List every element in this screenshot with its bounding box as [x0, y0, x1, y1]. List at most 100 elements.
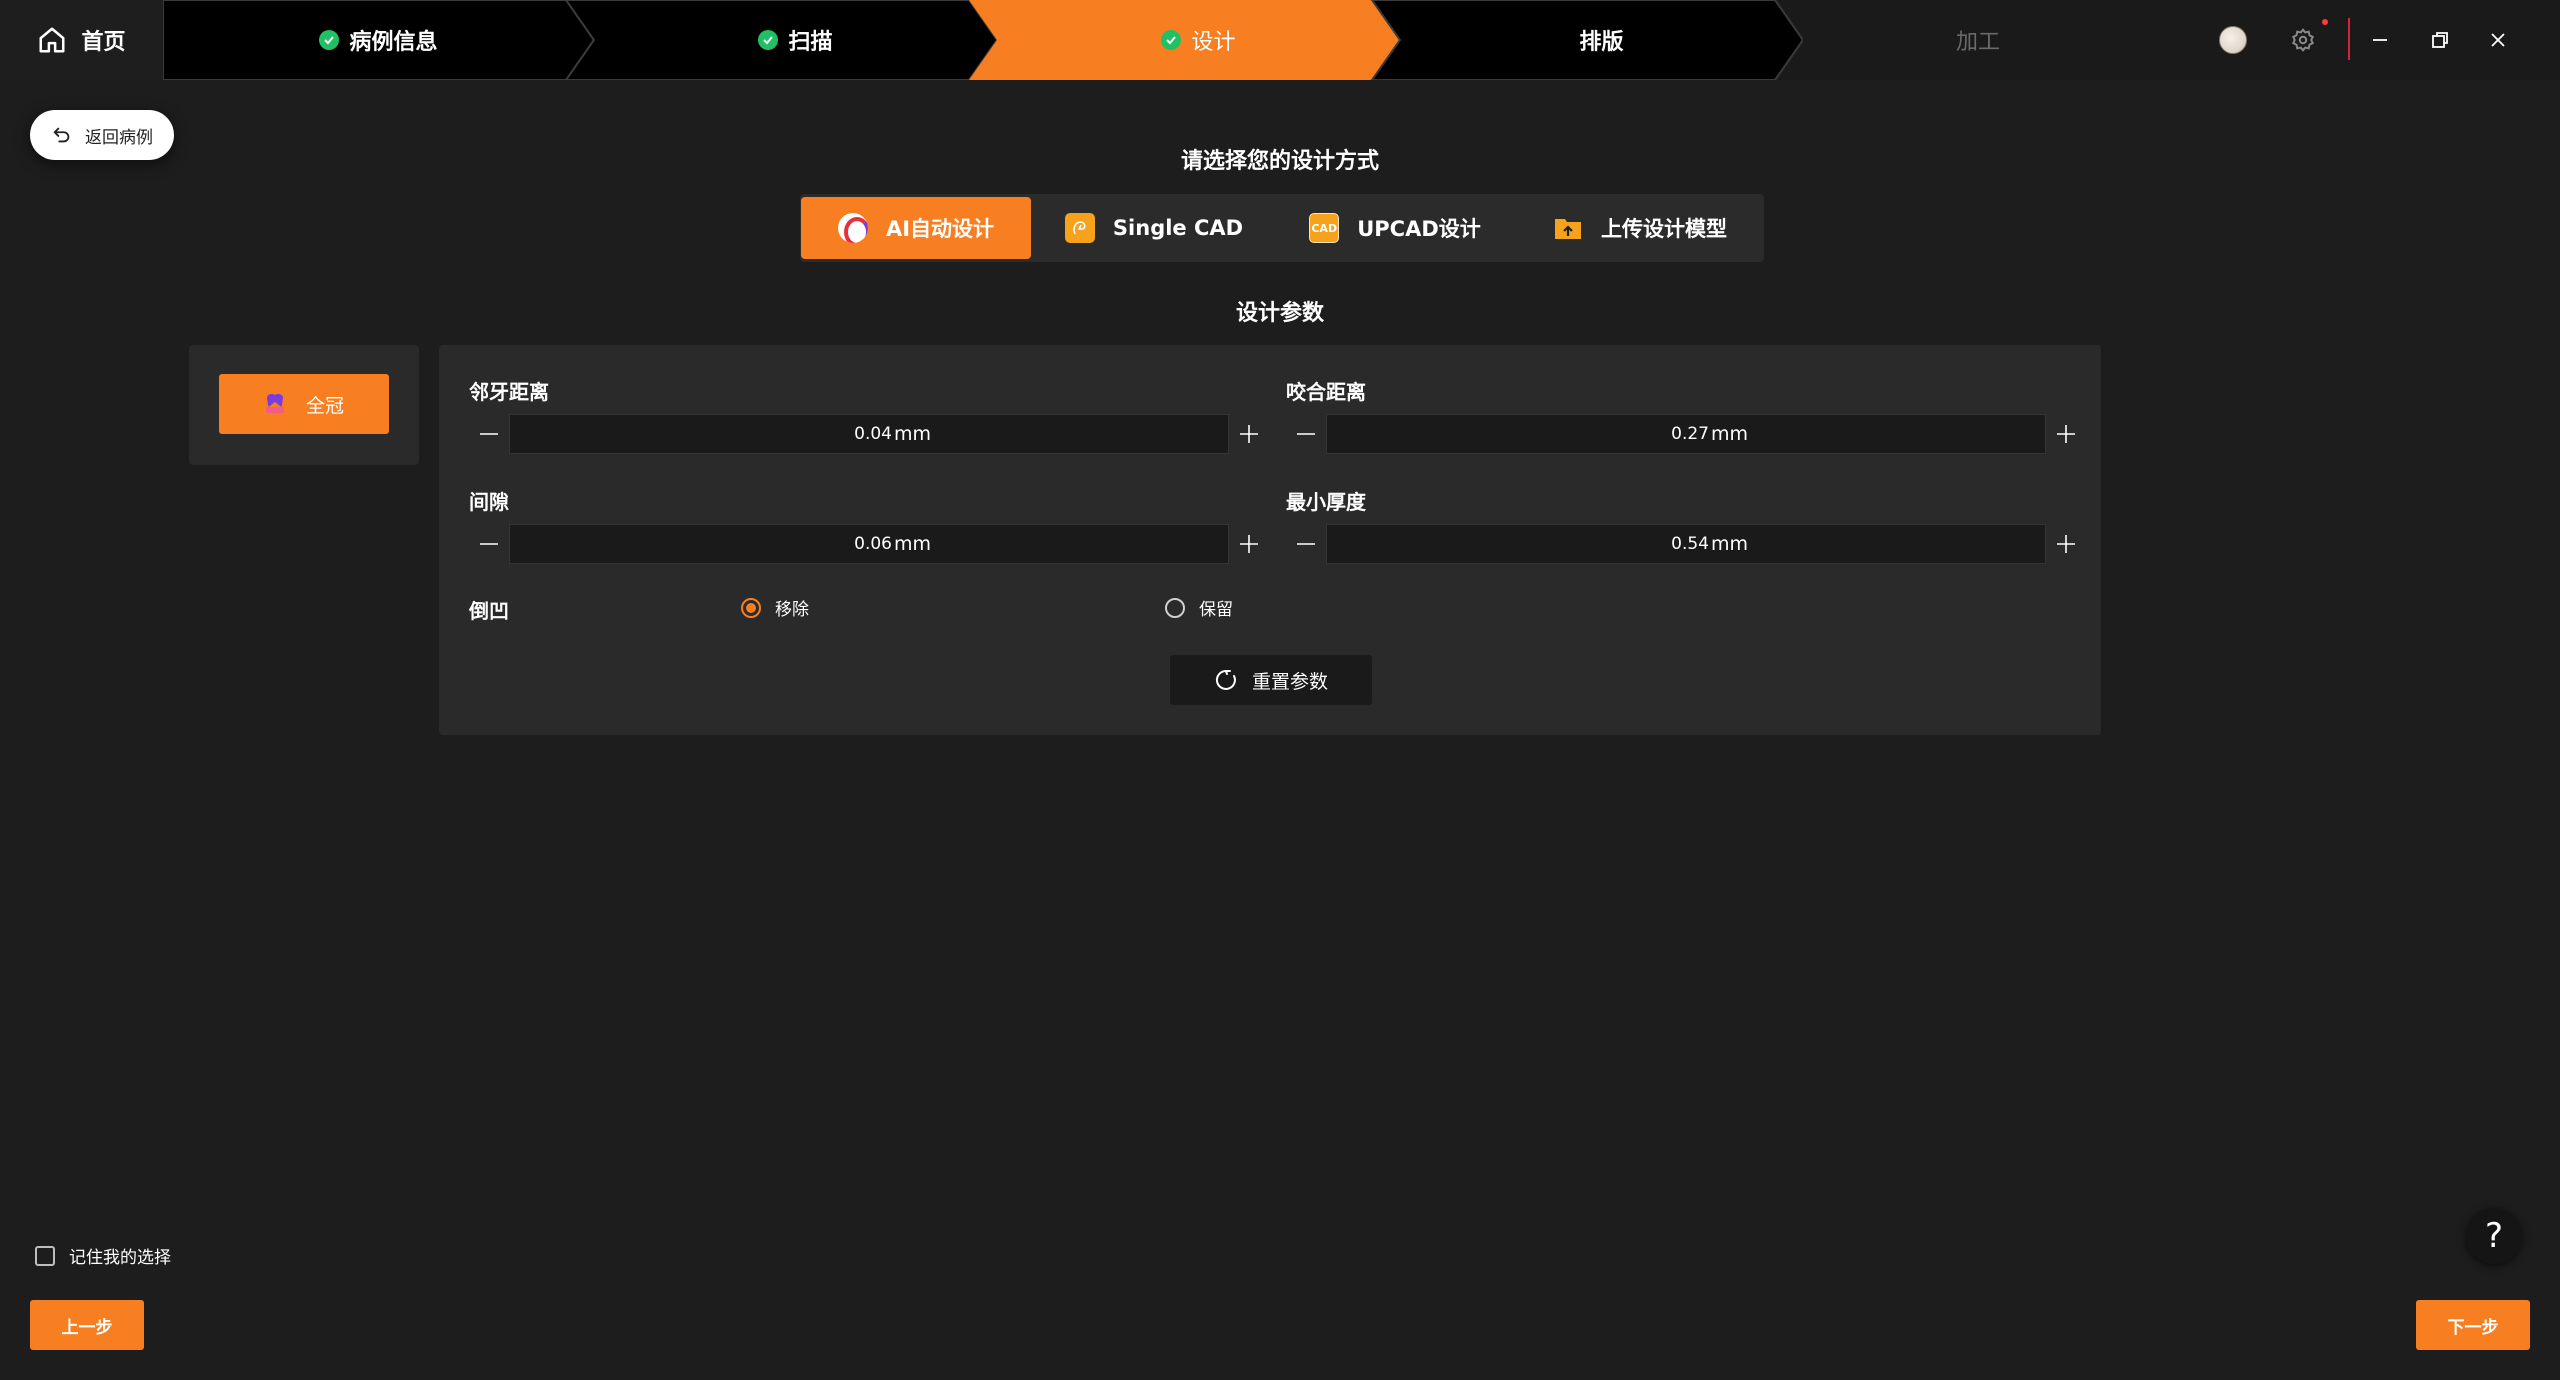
crown-label: 全冠	[305, 394, 344, 417]
gap-stepper: 0.06 mm	[469, 524, 1269, 564]
increment-button[interactable]	[1229, 524, 1269, 564]
step-label: 加工	[1955, 30, 2000, 55]
undercut-keep-radio[interactable]: 保留	[1165, 595, 1233, 620]
value: 0.27	[1671, 424, 1709, 444]
design-params-panel: 邻牙距离 0.04 mm 咬合距离 0.27 mm 间隙 0.06 mm 最小厚…	[439, 345, 2101, 735]
occlusal-distance-input[interactable]: 0.27 mm	[1326, 414, 2046, 454]
radio-unchecked-icon	[1165, 597, 1185, 618]
tooth-icon	[265, 394, 284, 414]
restore-button[interactable]	[2422, 22, 2458, 58]
home-button[interactable]: 首页	[0, 0, 163, 80]
step-design[interactable]: 设计	[997, 0, 1400, 80]
close-icon	[2491, 33, 2505, 47]
radio-label: 保留	[1199, 600, 1233, 620]
design-method-selector: AI自动设计 Single CAD CAD UPCAD设计 上传设计模型	[800, 194, 1764, 262]
single-cad-icon	[1064, 213, 1095, 243]
decrement-button[interactable]	[1286, 524, 1326, 564]
check-icon	[1161, 30, 1182, 50]
notification-dot	[2322, 19, 2328, 25]
home-icon	[39, 27, 65, 53]
method-label: UPCAD设计	[1357, 217, 1481, 241]
decrement-button[interactable]	[469, 414, 509, 454]
step-label: 扫描	[788, 30, 833, 55]
gear-icon	[2291, 28, 2315, 52]
avatar	[2219, 26, 2247, 54]
min-thickness-stepper: 0.54 mm	[1286, 524, 2086, 564]
full-crown-button[interactable]: 全冠	[219, 374, 389, 434]
step-scan[interactable]: 扫描	[594, 0, 997, 80]
next-step-button[interactable]: 下一步	[2416, 1300, 2530, 1350]
occlusal-distance-label: 咬合距离	[1286, 380, 1366, 404]
workflow-steps: 病例信息 扫描 设计 排版	[163, 0, 1803, 80]
decrement-button[interactable]	[469, 524, 509, 564]
undercut-label: 倒凹	[469, 599, 509, 623]
step-label: 病例信息	[349, 30, 438, 55]
minus-icon	[1297, 543, 1315, 545]
value: 0.06	[854, 534, 892, 554]
help-button[interactable]: ?	[2466, 1208, 2522, 1264]
ai-icon	[837, 213, 868, 243]
increment-button[interactable]	[2046, 524, 2086, 564]
prev-step-button[interactable]: 上一步	[30, 1300, 144, 1350]
checkbox-unchecked-icon	[35, 1245, 55, 1266]
min-thickness-label: 最小厚度	[1286, 490, 1366, 514]
user-avatar-button[interactable]	[2215, 22, 2251, 58]
method-label: Single CAD	[1112, 216, 1244, 240]
check-icon	[319, 30, 340, 50]
method-single-cad[interactable]: Single CAD	[1040, 197, 1268, 259]
unit: mm	[894, 533, 932, 555]
plus-icon	[1240, 535, 1258, 553]
minimize-icon	[2373, 39, 2387, 41]
method-label: AI自动设计	[885, 217, 995, 241]
occlusal-distance-stepper: 0.27 mm	[1286, 414, 2086, 454]
method-upload-model[interactable]: 上传设计模型	[1520, 197, 1760, 259]
gap-input[interactable]: 0.06 mm	[509, 524, 1229, 564]
value: 0.04	[854, 424, 892, 444]
remember-label: 记住我的选择	[69, 1248, 171, 1268]
divider	[2348, 18, 2350, 60]
reset-label: 重置参数	[1251, 670, 1328, 693]
plus-icon	[2057, 425, 2075, 443]
step-label: 设计	[1191, 30, 1236, 55]
min-thickness-input[interactable]: 0.54 mm	[1326, 524, 2046, 564]
undercut-remove-radio[interactable]: 移除	[741, 595, 809, 620]
decrement-button[interactable]	[1286, 414, 1326, 454]
step-case-info[interactable]: 病例信息	[163, 0, 594, 80]
check-icon	[758, 30, 779, 50]
method-upcad-design[interactable]: CAD UPCAD设计	[1280, 197, 1510, 259]
upload-folder-icon	[1553, 213, 1583, 243]
minus-icon	[480, 543, 498, 545]
adjacent-distance-label: 邻牙距离	[469, 380, 549, 404]
method-label: 上传设计模型	[1601, 217, 1727, 241]
adjacent-distance-input[interactable]: 0.04 mm	[509, 414, 1229, 454]
method-ai-auto-design[interactable]: AI自动设计	[801, 197, 1031, 259]
remember-choice-checkbox[interactable]: 记住我的选择	[35, 1243, 171, 1268]
adjacent-distance-stepper: 0.04 mm	[469, 414, 1269, 454]
top-bar: 首页 病例信息 扫描 设计 排版 加工	[0, 0, 2560, 80]
step-layout[interactable]: 排版	[1400, 0, 1803, 80]
close-button[interactable]	[2480, 22, 2516, 58]
minimize-button[interactable]	[2362, 22, 2398, 58]
increment-button[interactable]	[1229, 414, 1269, 454]
radio-label: 移除	[775, 600, 809, 620]
restore-icon	[2432, 32, 2448, 48]
increment-button[interactable]	[2046, 414, 2086, 454]
crown-type-panel: 全冠	[189, 345, 419, 465]
unit: mm	[894, 423, 932, 445]
params-section-title: 设计参数	[1235, 301, 1324, 326]
unit: mm	[1711, 533, 1749, 555]
step-label: 排版	[1579, 30, 1624, 55]
cad-icon: CAD	[1309, 213, 1340, 243]
home-label: 首页	[81, 30, 126, 55]
settings-button[interactable]	[2285, 22, 2321, 58]
gap-label: 间隙	[469, 490, 509, 514]
plus-icon	[2057, 535, 2075, 553]
step-machining: 加工	[1803, 0, 2153, 80]
radio-checked-icon	[741, 597, 761, 618]
reset-params-button[interactable]: 重置参数	[1170, 655, 1372, 705]
unit: mm	[1711, 423, 1749, 445]
plus-icon	[1240, 425, 1258, 443]
minus-icon	[1297, 433, 1315, 435]
minus-icon	[480, 433, 498, 435]
method-section-title: 请选择您的设计方式	[1180, 149, 1379, 174]
